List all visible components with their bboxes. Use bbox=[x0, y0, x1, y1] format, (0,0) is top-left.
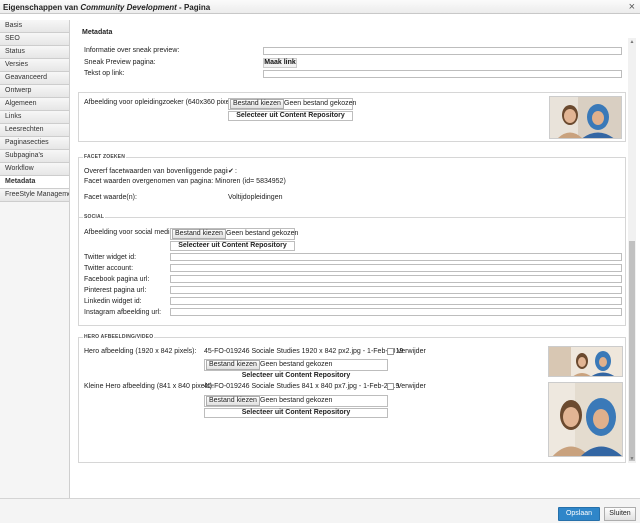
training-image-file-picker[interactable]: Bestand kiezen Geen bestand gekozen bbox=[228, 98, 357, 110]
hero-image-file-picker[interactable]: Bestand kiezen Geen bestand gekozen bbox=[204, 359, 388, 371]
small-hero-students-photo bbox=[549, 383, 622, 456]
sidebar-item-workflow[interactable]: Workflow bbox=[0, 163, 69, 176]
social-image-repository-button[interactable]: Selecteer uit Content Repository bbox=[170, 241, 295, 251]
sidebar-item-basis[interactable]: Basis bbox=[0, 20, 69, 33]
sidebar: Basis SEO Status Versies Geavanceerd Ont… bbox=[0, 20, 70, 498]
hero-remove-checkbox[interactable] bbox=[387, 348, 394, 355]
hero-image-preview bbox=[548, 346, 623, 377]
metadata-panel: Metadata Informatie over sneak preview: … bbox=[70, 14, 628, 466]
facet-value-label: Facet waarde(n): bbox=[84, 194, 137, 201]
no-file-text: Geen bestand gekozen bbox=[260, 397, 333, 404]
hero-remove-label: Verwijder bbox=[397, 348, 426, 355]
hero-image-label: Hero afbeelding (1920 x 842 pixels): bbox=[84, 348, 197, 355]
twitter-account-input[interactable] bbox=[170, 264, 622, 272]
instagram-url-input[interactable] bbox=[170, 308, 622, 316]
facet-inherit-label: Overerf facetwaarden van bovenliggende p… bbox=[84, 168, 237, 175]
hero-students-photo bbox=[549, 347, 622, 376]
twitter-widget-input[interactable] bbox=[170, 253, 622, 261]
sidebar-item-algemeen[interactable]: Algemeen bbox=[0, 98, 69, 111]
sidebar-item-seo[interactable]: SEO bbox=[0, 33, 69, 46]
twitter-account-label: Twitter account: bbox=[84, 265, 134, 272]
small-hero-image-file-picker[interactable]: Bestand kiezen Geen bestand gekozen bbox=[204, 395, 388, 407]
hero-image-filename: 45-FO-019246 Sociale Studies 1920 x 842 … bbox=[204, 348, 404, 355]
section-title-metadata: Metadata bbox=[82, 29, 113, 36]
content-scrollbar[interactable]: ▲ ▼ bbox=[628, 38, 636, 463]
make-link-button[interactable]: Maak link bbox=[263, 58, 297, 68]
linkedin-widget-label: Linkedin widget id: bbox=[84, 298, 142, 305]
scroll-down-icon[interactable]: ▼ bbox=[628, 455, 636, 463]
window-title: Eigenschappen van Community Development … bbox=[3, 3, 211, 12]
choose-file-button[interactable]: Bestand kiezen bbox=[206, 360, 260, 370]
sidebar-item-status[interactable]: Status bbox=[0, 46, 69, 59]
scroll-up-icon[interactable]: ▲ bbox=[628, 38, 636, 46]
close-icon[interactable]: × bbox=[629, 0, 635, 14]
no-file-text: Geen bestand gekozen bbox=[284, 100, 357, 107]
sidebar-item-metadata[interactable]: Metadata bbox=[0, 176, 69, 189]
small-hero-remove-checkbox[interactable] bbox=[387, 383, 394, 390]
no-file-text: Geen bestand gekozen bbox=[226, 230, 299, 237]
facet-taken-over-label: Facet waarden overgenomen van pagina: Mi… bbox=[84, 178, 286, 185]
hero-legend: HERO AFBEELDING/VIDEO bbox=[83, 334, 155, 340]
facebook-url-input[interactable] bbox=[170, 275, 622, 283]
window-titlebar: Eigenschappen van Community Development … bbox=[0, 0, 640, 14]
twitter-widget-label: Twitter widget id: bbox=[84, 254, 137, 261]
instagram-url-label: Instagram afbeelding url: bbox=[84, 309, 162, 316]
no-file-text: Geen bestand gekozen bbox=[260, 361, 333, 368]
small-hero-image-preview bbox=[548, 382, 623, 457]
training-image-preview bbox=[549, 96, 622, 139]
training-image-label: Afbeelding voor opleidingzoeker (640x360… bbox=[84, 99, 239, 106]
pinterest-url-label: Pinterest pagina url: bbox=[84, 287, 147, 294]
training-image-repository-button[interactable]: Selecteer uit Content Repository bbox=[228, 111, 353, 121]
small-hero-remove-label: Verwijder bbox=[397, 383, 426, 390]
sidebar-item-leesrechten[interactable]: Leesrechten bbox=[0, 124, 69, 137]
social-legend: SOCIAL bbox=[83, 214, 106, 220]
linkedin-widget-input[interactable] bbox=[170, 297, 622, 305]
hero-image-repository-button[interactable]: Selecteer uit Content Repository bbox=[204, 372, 388, 382]
small-hero-image-filename: 45-FO-019246 Sociale Studies 841 x 840 p… bbox=[204, 383, 400, 390]
sidebar-item-paginasecties[interactable]: Paginasecties bbox=[0, 137, 69, 150]
dialog-footer: Opslaan Sluiten bbox=[0, 498, 640, 523]
link-text-label: Tekst op link: bbox=[84, 70, 125, 77]
small-hero-image-label: Kleine Hero afbeelding (841 x 840 pixels… bbox=[84, 383, 214, 390]
facebook-url-label: Facebook pagina url: bbox=[84, 276, 150, 283]
social-image-file-picker[interactable]: Bestand kiezen Geen bestand gekozen bbox=[170, 228, 299, 240]
social-image-label: Afbeelding voor social media: bbox=[84, 229, 176, 236]
scrollbar-thumb[interactable] bbox=[629, 241, 635, 461]
facet-value: Voltijdopleidingen bbox=[228, 194, 283, 201]
sidebar-item-links[interactable]: Links bbox=[0, 111, 69, 124]
choose-file-button[interactable]: Bestand kiezen bbox=[172, 229, 226, 239]
sidebar-item-ontwerp[interactable]: Ontwerp bbox=[0, 85, 69, 98]
sidebar-item-versies[interactable]: Versies bbox=[0, 59, 69, 72]
facet-group bbox=[78, 157, 626, 218]
choose-file-button[interactable]: Bestand kiezen bbox=[206, 396, 260, 406]
small-hero-image-repository-button[interactable]: Selecteer uit Content Repository bbox=[204, 408, 388, 418]
sneak-preview-info-input[interactable] bbox=[263, 47, 622, 55]
sneak-preview-info-label: Informatie over sneak preview: bbox=[84, 47, 180, 54]
link-text-input[interactable] bbox=[263, 70, 622, 78]
sidebar-item-geavanceerd[interactable]: Geavanceerd bbox=[0, 72, 69, 85]
close-button[interactable]: Sluiten bbox=[604, 507, 636, 521]
sidebar-item-freestyle[interactable]: FreeStyle Management bbox=[0, 189, 69, 202]
choose-file-button[interactable]: Bestand kiezen bbox=[230, 99, 284, 109]
save-button[interactable]: Opslaan bbox=[558, 507, 600, 521]
pinterest-url-input[interactable] bbox=[170, 286, 622, 294]
facet-inherit-checkbox[interactable]: ✔ bbox=[228, 168, 235, 175]
facet-legend: FACET ZOEKEN bbox=[83, 154, 127, 160]
sidebar-item-subpaginas[interactable]: Subpagina's bbox=[0, 150, 69, 163]
students-photo bbox=[550, 97, 621, 138]
sneak-preview-page-label: Sneak Preview pagina: bbox=[84, 59, 156, 66]
